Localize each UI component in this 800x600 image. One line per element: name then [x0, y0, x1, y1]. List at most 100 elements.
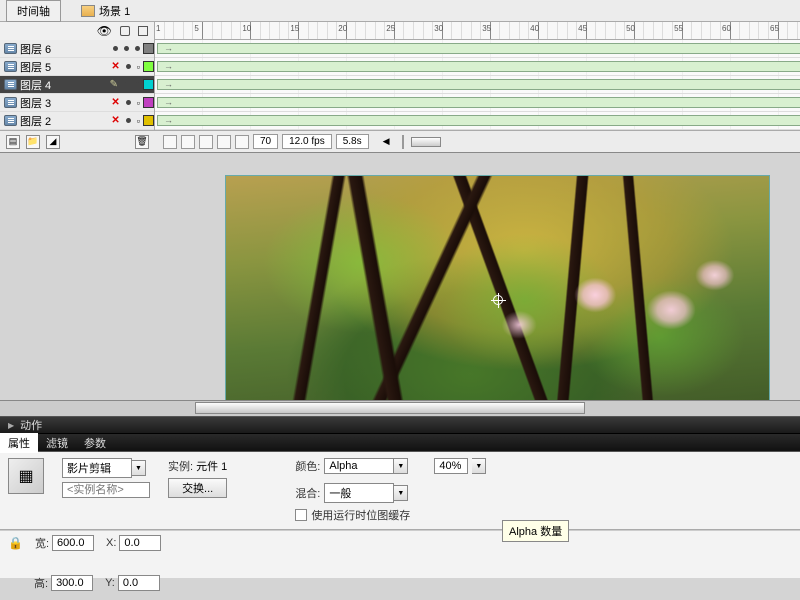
color-mode-select[interactable]: Alpha	[324, 458, 394, 474]
current-frame: 70	[253, 134, 278, 149]
dot-icon[interactable]	[113, 46, 118, 51]
alpha-value-input[interactable]: 40%	[434, 458, 468, 474]
dot-icon[interactable]	[124, 46, 129, 51]
layer-icon	[4, 115, 17, 126]
dot-icon[interactable]	[126, 100, 131, 105]
tab-properties[interactable]: 属性	[0, 433, 38, 453]
stage-canvas[interactable]: +	[225, 175, 770, 416]
dot-icon[interactable]	[126, 118, 131, 123]
layer-name-label: 图层 4	[20, 77, 107, 93]
layer-color-chip[interactable]	[143, 61, 154, 72]
height-label: 高:	[34, 575, 48, 591]
layer-name-label: 图层 6	[20, 41, 110, 57]
layer-row[interactable]: 图层 6	[0, 40, 154, 58]
lock-aspect-icon[interactable]: 🔒	[8, 536, 23, 550]
x-input[interactable]	[119, 535, 161, 551]
chevron-down-icon[interactable]: ▼	[394, 485, 408, 501]
stage-hscroll[interactable]	[0, 400, 800, 416]
color-label: 颜色:	[295, 458, 320, 474]
x-lock-icon[interactable]: ✕	[111, 61, 119, 72]
layer-color-chip[interactable]	[143, 79, 154, 90]
x-lock-icon[interactable]: ✕	[111, 97, 119, 108]
timeline-track[interactable]	[155, 58, 800, 76]
layer-row[interactable]: 图层 2 ✕ ▫	[0, 112, 154, 130]
center-frame-icon[interactable]	[163, 135, 177, 149]
layer-color-chip[interactable]	[143, 43, 154, 54]
pencil-icon[interactable]: ✎	[110, 79, 118, 90]
new-guide-button[interactable]: ◢	[46, 135, 60, 149]
instance-name-input[interactable]	[62, 482, 150, 498]
new-folder-button[interactable]: 📁	[26, 135, 40, 149]
tab-filters[interactable]: 滤镜	[38, 433, 76, 453]
tween-span[interactable]	[157, 97, 800, 108]
dot-icon[interactable]	[135, 46, 140, 51]
chevron-down-icon[interactable]: ▼	[394, 458, 408, 474]
timeline-track[interactable]	[155, 94, 800, 112]
doc-icon[interactable]: ▫	[137, 62, 140, 72]
tween-span[interactable]	[157, 43, 800, 54]
instance-thumbnail: ▦	[8, 458, 44, 494]
width-input[interactable]	[52, 535, 94, 551]
frame-rate: 12.0 fps	[282, 134, 332, 149]
doc-icon[interactable]: ▫	[137, 98, 140, 108]
chevron-down-icon[interactable]: ▼	[132, 460, 146, 476]
new-layer-button[interactable]: ▤	[6, 135, 20, 149]
layer-row[interactable]: 图层 3 ✕ ▫	[0, 94, 154, 112]
alpha-tooltip: Alpha 数量	[502, 520, 569, 542]
swap-button[interactable]: 交换...	[168, 478, 227, 498]
instance-value: 元件 1	[196, 461, 227, 473]
dot-icon[interactable]	[126, 64, 131, 69]
tab-params[interactable]: 参数	[76, 433, 114, 453]
onion-skin-icon[interactable]	[181, 135, 195, 149]
timeline-track[interactable]	[155, 76, 800, 94]
center-point-icon	[493, 295, 503, 305]
layer-icon	[4, 43, 17, 54]
tween-span[interactable]	[157, 115, 800, 126]
x-lock-icon[interactable]: ✕	[111, 115, 119, 126]
movieclip-instance[interactable]	[226, 176, 769, 416]
dot-icon[interactable]	[135, 82, 140, 87]
outline-icon[interactable]	[138, 26, 148, 36]
layer-color-chip[interactable]	[143, 97, 154, 108]
onion-marker-icon[interactable]	[235, 135, 249, 149]
height-input[interactable]	[51, 575, 93, 591]
blend-label: 混合:	[295, 485, 320, 501]
y-input[interactable]	[118, 575, 160, 591]
timeline-hscroll[interactable]	[402, 135, 404, 149]
dot-icon[interactable]	[124, 82, 129, 87]
chevron-down-icon[interactable]: ▼	[472, 458, 486, 474]
timeline-track[interactable]	[155, 112, 800, 130]
delete-layer-button[interactable]: 🗑	[135, 135, 149, 149]
onion-outline-icon[interactable]	[199, 135, 213, 149]
lock-icon[interactable]	[120, 26, 130, 36]
scroll-left-icon[interactable]: ◀	[383, 136, 390, 147]
edit-multiple-icon[interactable]	[217, 135, 231, 149]
layer-icon	[4, 97, 17, 108]
tween-span[interactable]	[157, 79, 800, 90]
layer-name-label: 图层 3	[20, 95, 108, 111]
tween-span[interactable]	[157, 61, 800, 72]
cache-bitmap-checkbox[interactable]	[295, 509, 307, 521]
layer-name-label: 图层 2	[20, 113, 108, 129]
timeline-track[interactable]	[155, 40, 800, 58]
scene-label[interactable]: 场景 1	[81, 3, 130, 19]
instance-label: 实例:	[168, 461, 193, 473]
timeline-ruler[interactable]: 1510152025303540455055606570758085	[155, 22, 800, 40]
cache-bitmap-label: 使用运行时位图缓存	[311, 507, 410, 523]
layer-row[interactable]: 图层 4 ✎	[0, 76, 154, 94]
timeline-hscroll-thumb[interactable]	[411, 137, 441, 147]
x-label: X:	[106, 537, 116, 549]
disclosure-icon[interactable]: ▶	[8, 421, 14, 430]
y-label: Y:	[105, 577, 115, 589]
layer-color-chip[interactable]	[143, 115, 154, 126]
stage-hscroll-thumb[interactable]	[195, 402, 585, 414]
instance-type-select[interactable]: 影片剪辑	[62, 458, 132, 478]
visibility-icon[interactable]: 👁	[97, 24, 112, 38]
elapsed-time: 5.8s	[336, 134, 369, 149]
layer-row[interactable]: 图层 5 ✕ ▫	[0, 58, 154, 76]
scene-text: 场景 1	[99, 3, 130, 19]
doc-icon[interactable]: ▫	[137, 116, 140, 126]
blend-mode-select[interactable]: 一般	[324, 483, 394, 503]
actions-panel-title[interactable]: 动作	[20, 417, 42, 433]
tab-timeline[interactable]: 时间轴	[6, 0, 61, 22]
